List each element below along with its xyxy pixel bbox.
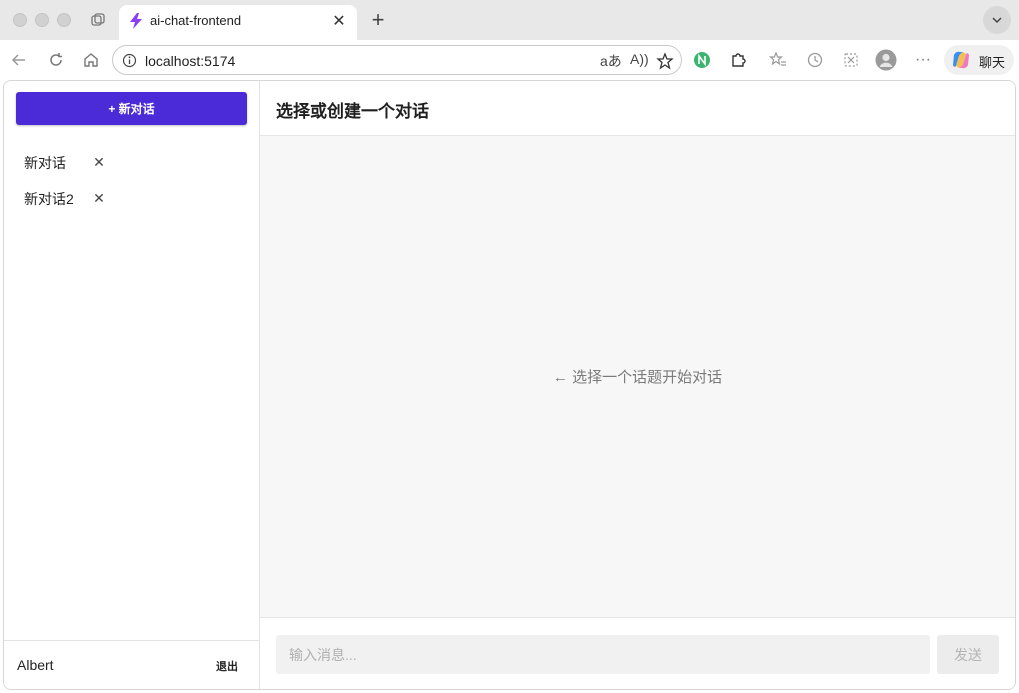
address-bar[interactable]: localhost:5174 aあ A)) [112, 45, 682, 75]
conversation-title: 新对话2 [24, 191, 74, 207]
conversation-title: 新对话 [24, 155, 66, 171]
message-area: ← 选择一个话题开始对话 [260, 136, 1015, 617]
logout-button[interactable]: 退出 [216, 658, 238, 674]
translate-icon[interactable]: aあ [600, 51, 622, 71]
tab-actions-icon[interactable] [86, 8, 110, 32]
copilot-icon [953, 51, 969, 69]
more-menu-icon[interactable]: ··· [912, 49, 934, 71]
page-title: 选择或创建一个对话 [276, 102, 429, 121]
chat-button-label: 聊天 [979, 55, 1006, 70]
home-icon[interactable] [80, 49, 102, 71]
favorites-icon[interactable] [767, 49, 789, 71]
extension-n-icon[interactable] [691, 49, 713, 71]
user-name: Albert [17, 657, 54, 673]
browser-toolbar: localhost:5174 aあ A)) ··· 聊天 [0, 40, 1019, 80]
extensions-puzzle-icon[interactable] [727, 49, 749, 71]
delete-conversation-icon[interactable]: ✕ [90, 153, 108, 171]
refresh-icon[interactable] [45, 49, 67, 71]
window-maximize-button[interactable] [57, 13, 71, 27]
new-chat-button[interactable]: + 新对话 [16, 92, 247, 125]
conversation-item[interactable]: 新对话2 ✕ [24, 188, 105, 210]
page-viewport: + 新对话 新对话 ✕ 新对话2 ✕ Albert 退出 选择或创建一个对话 ←… [3, 80, 1016, 690]
empty-state-hint: ← 选择一个话题开始对话 [552, 369, 723, 386]
copilot-chat-button[interactable]: 聊天 [944, 45, 1014, 75]
read-aloud-icon[interactable]: A)) [630, 51, 649, 67]
message-input[interactable] [276, 635, 930, 674]
send-button[interactable]: 发送 [937, 635, 999, 674]
favorite-star-icon[interactable] [656, 52, 674, 70]
window-close-button[interactable] [13, 13, 27, 27]
browser-title-bar: ai-chat-frontend ✕ + [0, 0, 1019, 40]
delete-conversation-icon[interactable]: ✕ [90, 189, 108, 207]
new-tab-icon[interactable]: + [366, 7, 390, 32]
back-arrow-icon[interactable] [8, 49, 30, 71]
chat-main-panel: 选择或创建一个对话 ← 选择一个话题开始对话 发送 [260, 81, 1015, 689]
tab-list-chevron-icon[interactable] [983, 6, 1011, 34]
conversation-item[interactable]: 新对话 ✕ [24, 152, 105, 174]
history-icon[interactable] [804, 49, 826, 71]
url-text: localhost:5174 [145, 53, 236, 69]
conversation-sidebar: + 新对话 新对话 ✕ 新对话2 ✕ Albert 退出 [4, 81, 260, 689]
sidebar-footer: Albert 退出 [4, 640, 259, 689]
tab-title: ai-chat-frontend [150, 13, 242, 28]
browser-tab-active[interactable]: ai-chat-frontend ✕ [119, 5, 357, 40]
profile-avatar-icon[interactable] [875, 49, 897, 71]
tab-close-icon[interactable]: ✕ [329, 11, 349, 31]
message-composer: 发送 [260, 617, 1015, 689]
vite-bolt-icon [130, 13, 142, 29]
chat-header: 选择或创建一个对话 [260, 81, 1015, 136]
site-info-icon[interactable] [122, 53, 137, 68]
window-minimize-button[interactable] [35, 13, 49, 27]
screenshot-icon[interactable] [840, 49, 862, 71]
